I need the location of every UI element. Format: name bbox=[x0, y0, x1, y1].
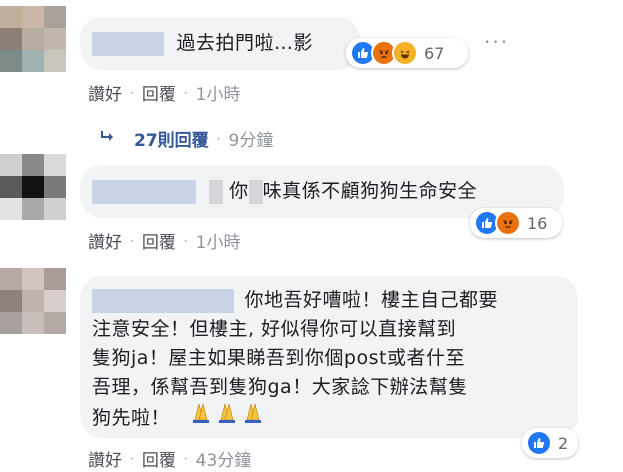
commenter-avatar[interactable] bbox=[0, 154, 66, 220]
avatar-tile bbox=[22, 290, 44, 312]
haha-icon bbox=[392, 40, 418, 66]
reaction-count: 67 bbox=[424, 43, 445, 63]
reply-button[interactable]: 回覆 bbox=[142, 80, 176, 105]
timestamp[interactable]: 1小時 bbox=[196, 80, 241, 105]
avatar-tile bbox=[0, 154, 22, 176]
avatar-tile bbox=[0, 50, 22, 72]
comment-actions: 讚好 · 回覆 · 1小時 bbox=[88, 228, 240, 253]
comment-line: 注意安全！但樓主, 好似得你可以直接幫到 bbox=[92, 318, 457, 340]
avatar-tile bbox=[44, 176, 66, 198]
comment-line: 吾理，係幫吾到隻狗ga！大家諗下辦法幫隻 bbox=[92, 376, 468, 398]
like-button[interactable]: 讚好 bbox=[88, 446, 122, 471]
avatar-tile bbox=[44, 154, 66, 176]
avatar-tile bbox=[22, 50, 44, 72]
timestamp[interactable]: 1小時 bbox=[196, 228, 241, 253]
avatar-tile bbox=[22, 6, 44, 28]
avatar-tile bbox=[22, 176, 44, 198]
avatar-tile bbox=[44, 28, 66, 50]
view-replies[interactable]: 27則回覆 · 9分鐘 bbox=[100, 126, 273, 151]
replies-timestamp: 9分鐘 bbox=[228, 131, 274, 151]
redacted-text bbox=[208, 179, 223, 204]
comment-body: 你地吾好嘈啦！樓主自己都要 注意安全！但樓主, 好似得你可以直接幫到 隻狗ja！… bbox=[92, 286, 498, 433]
comment-body: 過去拍門啦…影 bbox=[176, 32, 314, 54]
avatar-tile bbox=[22, 268, 44, 290]
comment-line: 隻狗ja！屋主如果睇吾到你個post或者什至 bbox=[92, 347, 465, 369]
avatar-tile bbox=[0, 312, 22, 334]
comment-line: 狗先啦！ bbox=[92, 407, 171, 429]
comment-line: 你地吾好嘈啦！樓主自己都要 bbox=[244, 289, 499, 311]
comment-body-part: 味真係不顧狗狗生命安全 bbox=[262, 180, 478, 202]
avatar-tile bbox=[0, 176, 22, 198]
avatar-tile bbox=[44, 268, 66, 290]
avatar-tile bbox=[0, 6, 22, 28]
commenter-avatar[interactable] bbox=[0, 268, 66, 334]
replies-link[interactable]: 27則回覆 bbox=[134, 126, 209, 151]
commenter-name[interactable] bbox=[92, 31, 164, 56]
avatar-tile bbox=[22, 198, 44, 220]
avatar-tile bbox=[0, 290, 22, 312]
angry-icon bbox=[495, 210, 521, 236]
folded-hands-emoji bbox=[189, 403, 267, 429]
comment-bubble: 過去拍門啦…影 bbox=[80, 17, 360, 70]
avatar-tile bbox=[0, 198, 22, 220]
avatar-tile bbox=[44, 50, 66, 72]
avatar-tile bbox=[44, 198, 66, 220]
comment-body-part: 你 bbox=[229, 180, 249, 202]
avatar-tile bbox=[44, 6, 66, 28]
avatar-tile bbox=[22, 312, 44, 334]
reply-button[interactable]: 回覆 bbox=[142, 446, 176, 471]
avatar-tile bbox=[0, 28, 22, 50]
comment-bubble: 你地吾好嘈啦！樓主自己都要 注意安全！但樓主, 好似得你可以直接幫到 隻狗ja！… bbox=[80, 276, 578, 438]
reaction-summary[interactable]: 2 bbox=[522, 428, 578, 458]
commenter-name[interactable] bbox=[92, 179, 196, 204]
avatar-tile bbox=[0, 268, 22, 290]
avatar-tile bbox=[44, 312, 66, 334]
reply-arrow-icon bbox=[100, 129, 116, 149]
reply-button[interactable]: 回覆 bbox=[142, 228, 176, 253]
like-button[interactable]: 讚好 bbox=[88, 228, 122, 253]
like-button[interactable]: 讚好 bbox=[88, 80, 122, 105]
commenter-avatar[interactable] bbox=[0, 6, 66, 72]
reaction-summary[interactable]: 16 bbox=[470, 208, 562, 238]
more-options-icon[interactable]: ··· bbox=[484, 30, 509, 54]
comment-actions: 讚好 · 回覆 · 43分鐘 bbox=[88, 446, 251, 471]
avatar-tile bbox=[44, 290, 66, 312]
redacted-text bbox=[248, 179, 263, 204]
avatar-tile bbox=[22, 154, 44, 176]
reaction-count: 2 bbox=[558, 433, 569, 453]
comment-actions: 讚好 · 回覆 · 1小時 bbox=[88, 80, 240, 105]
commenter-name[interactable] bbox=[92, 288, 234, 313]
avatar-tile bbox=[22, 28, 44, 50]
timestamp[interactable]: 43分鐘 bbox=[196, 446, 252, 471]
comment-text: 過去拍門啦…影 bbox=[92, 29, 313, 58]
like-icon bbox=[526, 430, 552, 456]
reaction-count: 16 bbox=[527, 213, 548, 233]
comment-text: 你味真係不顧狗狗生命安全 bbox=[92, 177, 477, 206]
reaction-summary[interactable]: 67 bbox=[346, 38, 468, 68]
